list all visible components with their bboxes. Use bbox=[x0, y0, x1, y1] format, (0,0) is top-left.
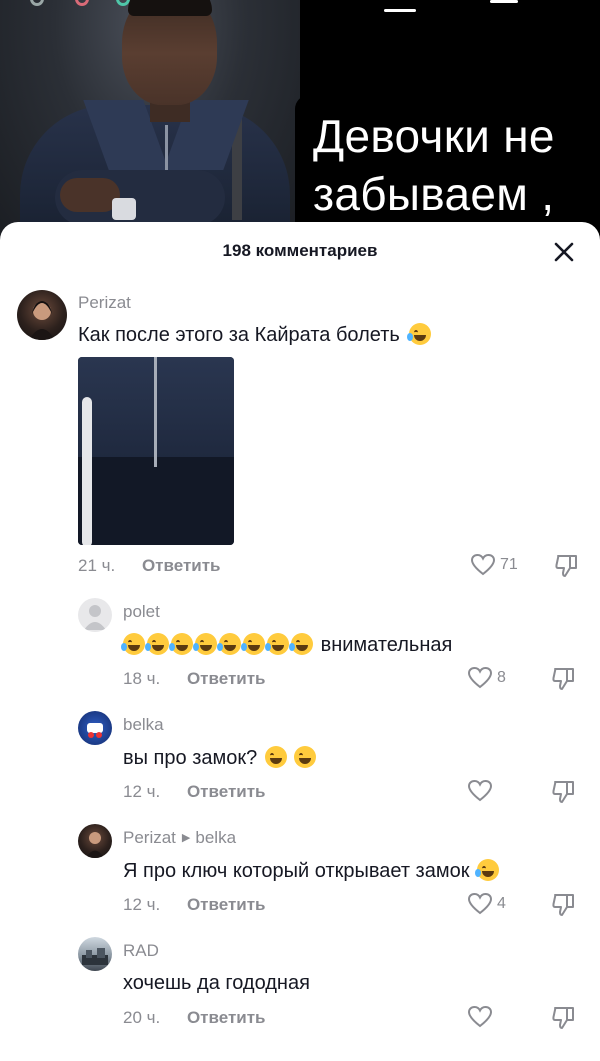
heart-outline-icon bbox=[467, 666, 493, 689]
heart-outline-icon bbox=[467, 1005, 493, 1028]
reply-button[interactable]: Ответить bbox=[187, 1008, 266, 1027]
heart-outline-icon bbox=[467, 779, 493, 802]
reply-to-username[interactable]: belka bbox=[195, 828, 236, 847]
avatar[interactable] bbox=[17, 290, 67, 340]
face-with-raised-eyebrow-icon bbox=[264, 746, 287, 768]
comments-count-title: 198 комментариев bbox=[222, 241, 378, 260]
rolling-on-floor-laughing-icon bbox=[475, 859, 500, 881]
avatar[interactable] bbox=[78, 937, 112, 971]
avatar[interactable] bbox=[78, 824, 112, 858]
comment-attached-image[interactable] bbox=[78, 357, 234, 545]
video-player[interactable]: Девочки не забываем , bbox=[0, 0, 600, 240]
grinning-face-icon bbox=[294, 746, 317, 768]
like-count: 8 bbox=[497, 669, 506, 686]
comment-time: 20 ч. bbox=[123, 1008, 161, 1027]
comment-text: Я про ключ который открывает замок bbox=[123, 859, 501, 883]
comment-text: внимательная bbox=[121, 633, 452, 657]
reply-arrow-icon: ▶ bbox=[181, 832, 191, 844]
heart-outline-icon bbox=[467, 892, 493, 915]
video-frame-image bbox=[0, 0, 300, 240]
like-button[interactable]: 8 bbox=[467, 665, 506, 691]
like-button[interactable] bbox=[467, 1004, 497, 1030]
comment-username[interactable]: Perizat ▶ belka bbox=[123, 828, 236, 848]
comment-text: Как после этого за Кайрата болеть bbox=[78, 323, 433, 347]
reply-button[interactable]: Ответить bbox=[142, 556, 221, 575]
video-menu-line-left bbox=[384, 9, 416, 12]
thumbs-down-icon[interactable] bbox=[550, 778, 578, 806]
comment-time: 18 ч. bbox=[123, 669, 161, 688]
video-menu-line-right bbox=[490, 0, 518, 3]
like-button[interactable]: 4 bbox=[467, 891, 506, 917]
reply-button[interactable]: Ответить bbox=[187, 782, 266, 801]
thumbs-down-icon[interactable] bbox=[550, 891, 578, 919]
comment-username[interactable]: polet bbox=[123, 602, 160, 622]
heart-outline-icon bbox=[470, 553, 496, 576]
comment-text: вы про замок? bbox=[123, 746, 318, 770]
video-caption: Девочки не забываем , bbox=[295, 95, 600, 240]
comment-username[interactable]: belka bbox=[123, 715, 164, 735]
like-button[interactable] bbox=[467, 778, 497, 804]
like-count: 4 bbox=[497, 895, 506, 912]
close-icon[interactable] bbox=[548, 236, 580, 268]
comment-meta: 21 ч. Ответить bbox=[78, 556, 221, 576]
avatar[interactable] bbox=[78, 598, 112, 632]
comments-sheet: 198 комментариев Perizat Как после этого… bbox=[0, 222, 600, 1061]
comment-time: 21 ч. bbox=[78, 556, 116, 575]
comment-username[interactable]: RAD bbox=[123, 941, 159, 961]
sheet-header: 198 комментариев bbox=[0, 222, 600, 280]
reply-button[interactable]: Ответить bbox=[187, 895, 266, 914]
top-status-icons bbox=[30, 0, 140, 6]
thumbs-down-icon[interactable] bbox=[550, 1004, 578, 1032]
comment-meta: 18 ч. Ответить bbox=[123, 669, 266, 689]
like-button[interactable]: 71 bbox=[470, 552, 518, 578]
comment-time: 12 ч. bbox=[123, 782, 161, 801]
like-count: 71 bbox=[500, 556, 518, 573]
comment-text: хочешь да гододная bbox=[123, 972, 310, 994]
avatar[interactable] bbox=[78, 711, 112, 745]
face-with-tears-of-joy-icon bbox=[407, 323, 432, 345]
comment-time: 12 ч. bbox=[123, 895, 161, 914]
comment-meta: 12 ч. Ответить bbox=[123, 782, 266, 802]
thumbs-down-icon[interactable] bbox=[553, 552, 581, 580]
comment-meta: 20 ч. Ответить bbox=[123, 1008, 266, 1028]
comment-meta: 12 ч. Ответить bbox=[123, 895, 266, 915]
reply-button[interactable]: Ответить bbox=[187, 669, 266, 688]
thumbs-down-icon[interactable] bbox=[550, 665, 578, 693]
rolling-on-floor-laughing-icons bbox=[121, 633, 321, 656]
comment-username[interactable]: Perizat bbox=[78, 293, 131, 313]
